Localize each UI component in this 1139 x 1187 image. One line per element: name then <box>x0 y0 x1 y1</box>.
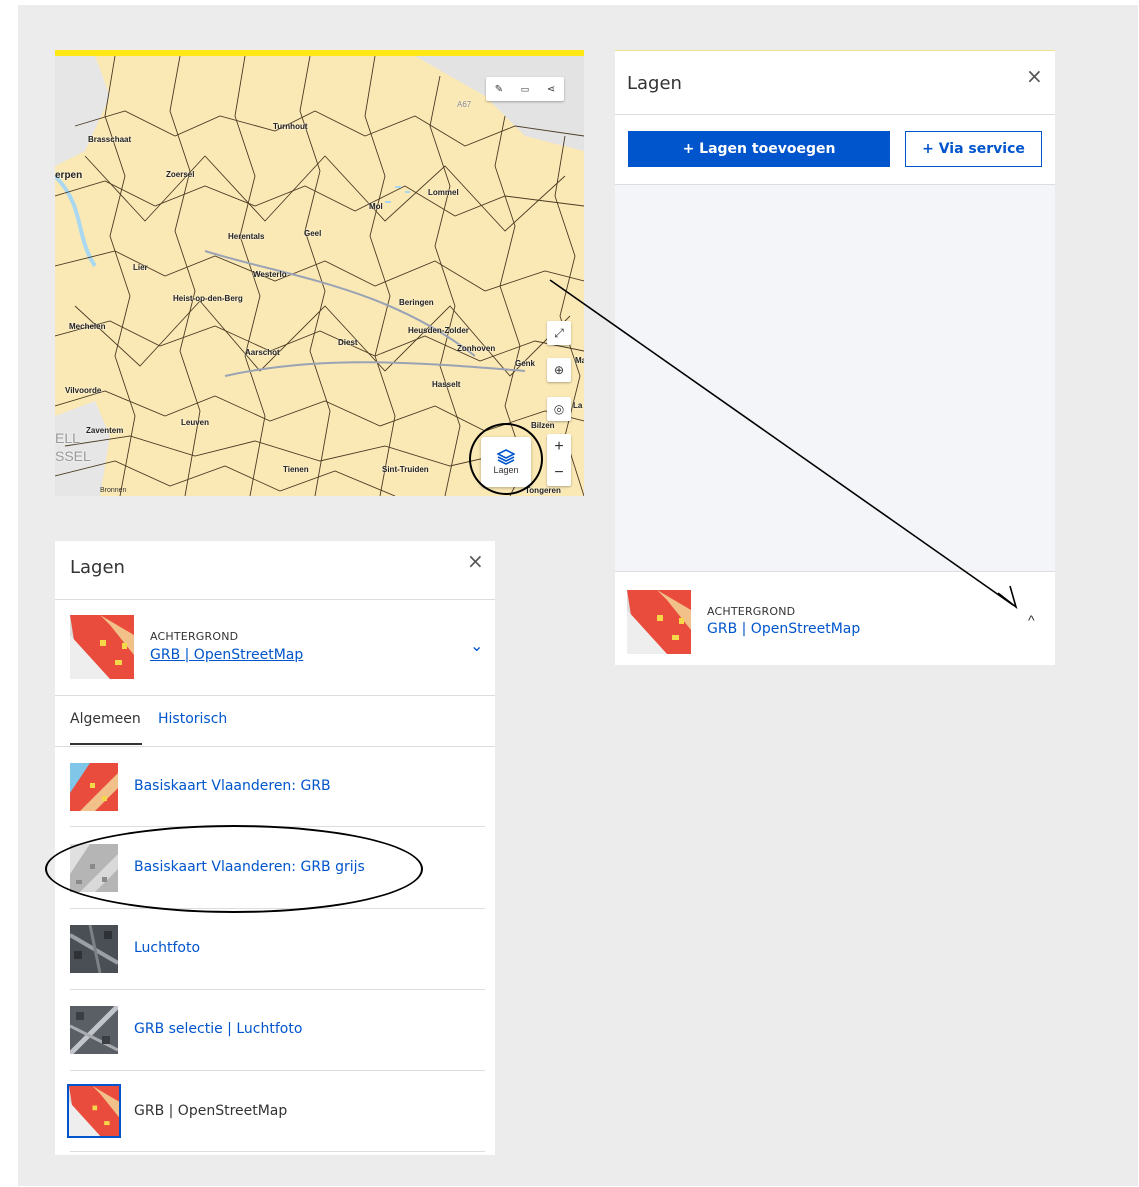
panel-title: Lagen <box>70 557 125 578</box>
map-label-diest: Diest <box>338 338 358 347</box>
annotation-circle <box>469 423 543 495</box>
map-label-zoersel: Zoersel <box>166 170 195 179</box>
layer-thumbnail-grb <box>70 763 118 811</box>
layer-item-grb[interactable]: Basiskaart Vlaanderen: GRB <box>134 778 331 794</box>
map-label-lommel: Lommel <box>428 188 459 197</box>
map-label-mechelen: Mechelen <box>69 322 106 331</box>
annotation-arrow <box>549 279 1018 610</box>
map-label-westerlo: Westerlo <box>253 270 287 279</box>
ruler-icon[interactable]: ▭ <box>521 84 530 95</box>
map-label-vilvoorde: Vilvoorde <box>65 386 102 395</box>
map-label-heist: Heist-op-den-Berg <box>173 294 243 303</box>
tab-historisch[interactable]: Historisch <box>158 711 227 727</box>
layer-thumbnail-luchtfoto <box>70 925 118 973</box>
map-label-tienen: Tienen <box>283 465 309 474</box>
divider <box>55 599 495 600</box>
sources-link[interactable]: Bronnen <box>100 487 126 494</box>
add-layers-button[interactable]: + Lagen toevoegen <box>628 131 890 167</box>
layer-item-grb-osm[interactable]: GRB | OpenStreetMap <box>134 1103 287 1119</box>
active-tab-indicator <box>70 743 142 745</box>
divider <box>55 746 495 747</box>
divider <box>55 695 495 696</box>
annotation-oval <box>45 825 423 913</box>
map-label-lier: Lier <box>133 263 148 272</box>
layer-item-luchtfoto[interactable]: Luchtfoto <box>134 940 200 956</box>
layer-thumbnail-grb-luchtfoto <box>70 1006 118 1054</box>
layer-item-grb-selectie-luchtfoto[interactable]: GRB selectie | Luchtfoto <box>134 1021 302 1037</box>
divider <box>615 114 1055 115</box>
map-label-sint-truiden: Sint-Truiden <box>382 465 429 474</box>
map-label-mol: Mol <box>369 202 383 211</box>
background-label: ACHTERGROND <box>150 630 239 643</box>
map-label-brasschaat: Brasschaat <box>88 135 132 144</box>
map-label-genk: Genk <box>515 359 536 368</box>
map-label-antwerpen: erpen <box>55 170 83 181</box>
map-label-a67: A67 <box>457 100 472 109</box>
map-label-turnhout: Turnhout <box>273 122 308 131</box>
map-label-herentals: Herentals <box>228 232 265 241</box>
divider <box>70 1070 485 1071</box>
background-value-link[interactable]: GRB | OpenStreetMap <box>707 621 860 637</box>
pencil-icon[interactable]: ✎ <box>495 84 503 95</box>
divider <box>70 989 485 990</box>
close-icon[interactable]: × <box>1026 64 1043 88</box>
panel-title: Lagen <box>627 73 682 94</box>
map-label-aarschot: Aarschot <box>245 348 280 357</box>
map-label-ssel: SSEL <box>55 448 91 464</box>
background-thumbnail <box>70 615 134 679</box>
divider <box>70 1151 485 1152</box>
map-label-heusden-zolder: Heusden-Zolder <box>408 326 469 335</box>
background-value-link[interactable]: GRB | OpenStreetMap <box>150 647 303 663</box>
map-toolbar: ✎ ▭ ⋖ <box>486 77 564 101</box>
map-label-ell: ELL <box>55 430 80 446</box>
map-label-leuven: Leuven <box>181 418 210 427</box>
map-label-geel: Geel <box>304 229 322 238</box>
map-label-hasselt: Hasselt <box>432 380 461 389</box>
via-service-button[interactable]: + Via service <box>905 131 1042 167</box>
close-icon[interactable]: × <box>467 549 484 573</box>
tab-algemeen[interactable]: Algemeen <box>70 711 141 727</box>
share-icon[interactable]: ⋖ <box>547 84 555 95</box>
layer-thumbnail-grb-osm <box>67 1084 121 1138</box>
map-label-beringen: Beringen <box>399 298 434 307</box>
map-label-zonhoven: Zonhoven <box>457 344 496 353</box>
map-label-zaventem: Zaventem <box>86 426 124 435</box>
chevron-down-icon[interactable]: ⌄ <box>470 636 483 656</box>
